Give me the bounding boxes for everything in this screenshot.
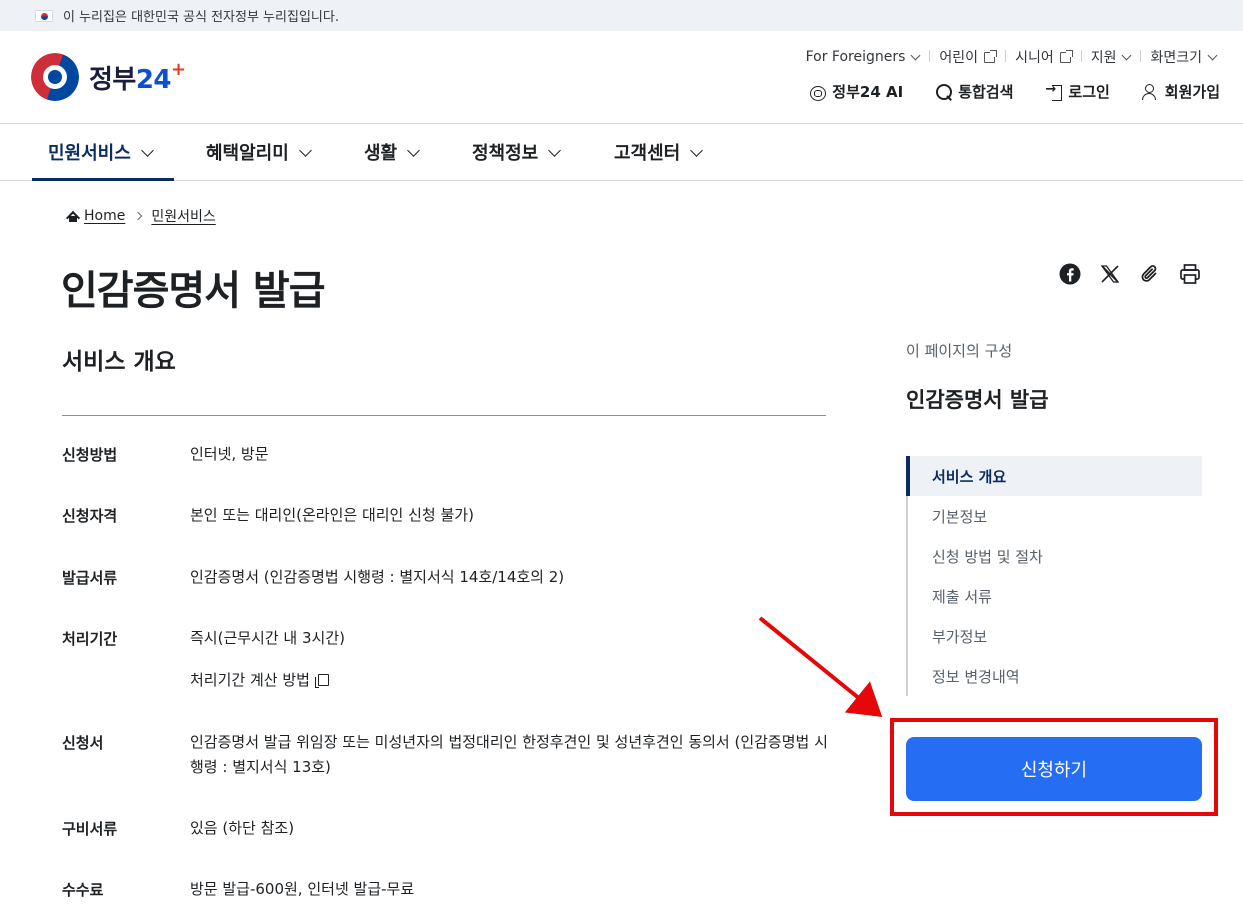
toc-title: 인감증명서 발급 bbox=[906, 388, 1049, 412]
copy-icon bbox=[314, 674, 329, 688]
korea-flag-icon bbox=[35, 9, 53, 22]
user-add-icon bbox=[1141, 83, 1160, 101]
chevron-right-icon bbox=[134, 211, 143, 221]
util-for-foreigners[interactable]: For Foreigners bbox=[796, 49, 930, 65]
gov24-ai-button[interactable]: 정부24 AI bbox=[809, 81, 903, 102]
util-senior[interactable]: 시니어 bbox=[1005, 47, 1081, 67]
chevron-down-icon bbox=[1207, 50, 1218, 60]
toc-item-additional-info[interactable]: 부가정보 bbox=[908, 616, 1202, 656]
row-value-processing-time: 즉시(근무시간 내 3시간) bbox=[190, 629, 345, 647]
page-title: 인감증명서 발급 bbox=[61, 268, 326, 314]
toc-item-documents[interactable]: 제출 서류 bbox=[908, 576, 1202, 616]
breadcrumb: Home 민원서비스 bbox=[67, 206, 216, 226]
row-label-required-docs: 구비서류 bbox=[62, 820, 118, 838]
gnb-civil-service[interactable]: 민원서비스 bbox=[32, 124, 174, 181]
robot-icon bbox=[809, 83, 827, 101]
row-value-fee: 방문 발급-600원, 인터넷 발급-무료 bbox=[190, 880, 415, 898]
row-value-required-docs: 있음 (하단 참조) bbox=[190, 819, 295, 837]
gnb-policy[interactable]: 정책정보 bbox=[456, 124, 575, 180]
toc-item-basic-info[interactable]: 기본정보 bbox=[908, 496, 1202, 536]
row-value-method: 인터넷, 방문 bbox=[190, 445, 269, 463]
search-button[interactable]: 통합검색 bbox=[935, 81, 1013, 102]
utility-nav: For Foreigners 어린이 시니어 지원 화면크기 bbox=[796, 47, 1226, 67]
main-utility: 정부24 AI 통합검색 로그인 회원가입 bbox=[809, 81, 1220, 102]
login-icon bbox=[1045, 82, 1063, 101]
gnb-life[interactable]: 생활 bbox=[348, 124, 434, 180]
row-label-eligibility: 신청자격 bbox=[62, 507, 118, 525]
taegeuk-logo-icon bbox=[31, 53, 79, 101]
logo-text: 정부24+ bbox=[89, 58, 186, 95]
section-divider bbox=[62, 415, 826, 416]
external-link-icon bbox=[1059, 49, 1073, 63]
toc-item-service-overview[interactable]: 서비스 개요 bbox=[906, 456, 1202, 496]
breadcrumb-current[interactable]: 민원서비스 bbox=[151, 206, 215, 226]
chevron-down-icon bbox=[298, 143, 312, 157]
row-value-application-form: 인감증명서 발급 위임장 또는 미성년자의 법정대리인 한정후견인 및 성년후견… bbox=[190, 733, 828, 776]
print-icon[interactable] bbox=[1178, 262, 1202, 286]
chevron-down-icon bbox=[910, 50, 921, 60]
breadcrumb-home[interactable]: Home bbox=[84, 208, 125, 224]
toc-item-change-history[interactable]: 정보 변경내역 bbox=[908, 656, 1202, 696]
gnb-customer-center[interactable]: 고객센터 bbox=[598, 124, 717, 180]
row-label-processing-time: 처리기간 bbox=[62, 630, 118, 648]
toc-item-procedure[interactable]: 신청 방법 및 절차 bbox=[908, 536, 1202, 576]
chevron-down-icon bbox=[1122, 50, 1132, 60]
login-button[interactable]: 로그인 bbox=[1045, 81, 1109, 102]
search-icon bbox=[935, 83, 953, 101]
home-icon bbox=[67, 211, 79, 222]
gov-banner: 이 누리집은 대한민국 공식 전자정부 누리집입니다. bbox=[0, 0, 1243, 31]
facebook-icon[interactable] bbox=[1058, 262, 1082, 286]
chevron-down-icon bbox=[407, 143, 420, 157]
main-navigation: 민원서비스 혜택알리미 생활 정책정보 고객센터 bbox=[0, 124, 1243, 181]
row-label-documents: 발급서류 bbox=[62, 569, 118, 587]
row-label-fee: 수수료 bbox=[62, 881, 104, 899]
row-label-method: 신청방법 bbox=[62, 446, 118, 464]
site-header: 정부24+ For Foreigners 어린이 시니어 지원 화면크기 정부2… bbox=[0, 31, 1243, 124]
attach-link-icon[interactable] bbox=[1138, 262, 1162, 286]
toc-list: 서비스 개요 기본정보 신청 방법 및 절차 제출 서류 부가정보 정보 변경내… bbox=[906, 456, 1202, 696]
apply-button[interactable]: 신청하기 bbox=[906, 737, 1202, 801]
logo[interactable]: 정부24+ bbox=[31, 53, 186, 101]
row-label-application-form: 신청서 bbox=[62, 734, 104, 752]
row-value-documents: 인감증명서 (인감증명법 시행령 : 별지서식 14호/14호의 2) bbox=[190, 568, 565, 586]
gov-banner-text: 이 누리집은 대한민국 공식 전자정부 누리집입니다. bbox=[63, 10, 339, 25]
chevron-down-icon bbox=[690, 143, 704, 157]
util-kids[interactable]: 어린이 bbox=[929, 47, 1005, 67]
processing-time-calc-link[interactable]: 처리기간 계산 방법 bbox=[190, 668, 329, 693]
chevron-down-icon bbox=[548, 143, 562, 157]
chevron-down-icon bbox=[140, 143, 154, 157]
toc-caption: 이 페이지의 구성 bbox=[906, 342, 1013, 360]
util-support[interactable]: 지원 bbox=[1080, 47, 1141, 67]
external-link-icon bbox=[984, 49, 998, 63]
x-twitter-icon[interactable] bbox=[1098, 262, 1122, 286]
section-title: 서비스 개요 bbox=[62, 349, 176, 375]
signup-button[interactable]: 회원가입 bbox=[1141, 81, 1220, 102]
gnb-benefits[interactable]: 혜택알리미 bbox=[190, 124, 326, 180]
util-font-size[interactable]: 화면크기 bbox=[1140, 47, 1226, 67]
row-value-eligibility: 본인 또는 대리인(온라인은 대리인 신청 불가) bbox=[190, 506, 474, 524]
